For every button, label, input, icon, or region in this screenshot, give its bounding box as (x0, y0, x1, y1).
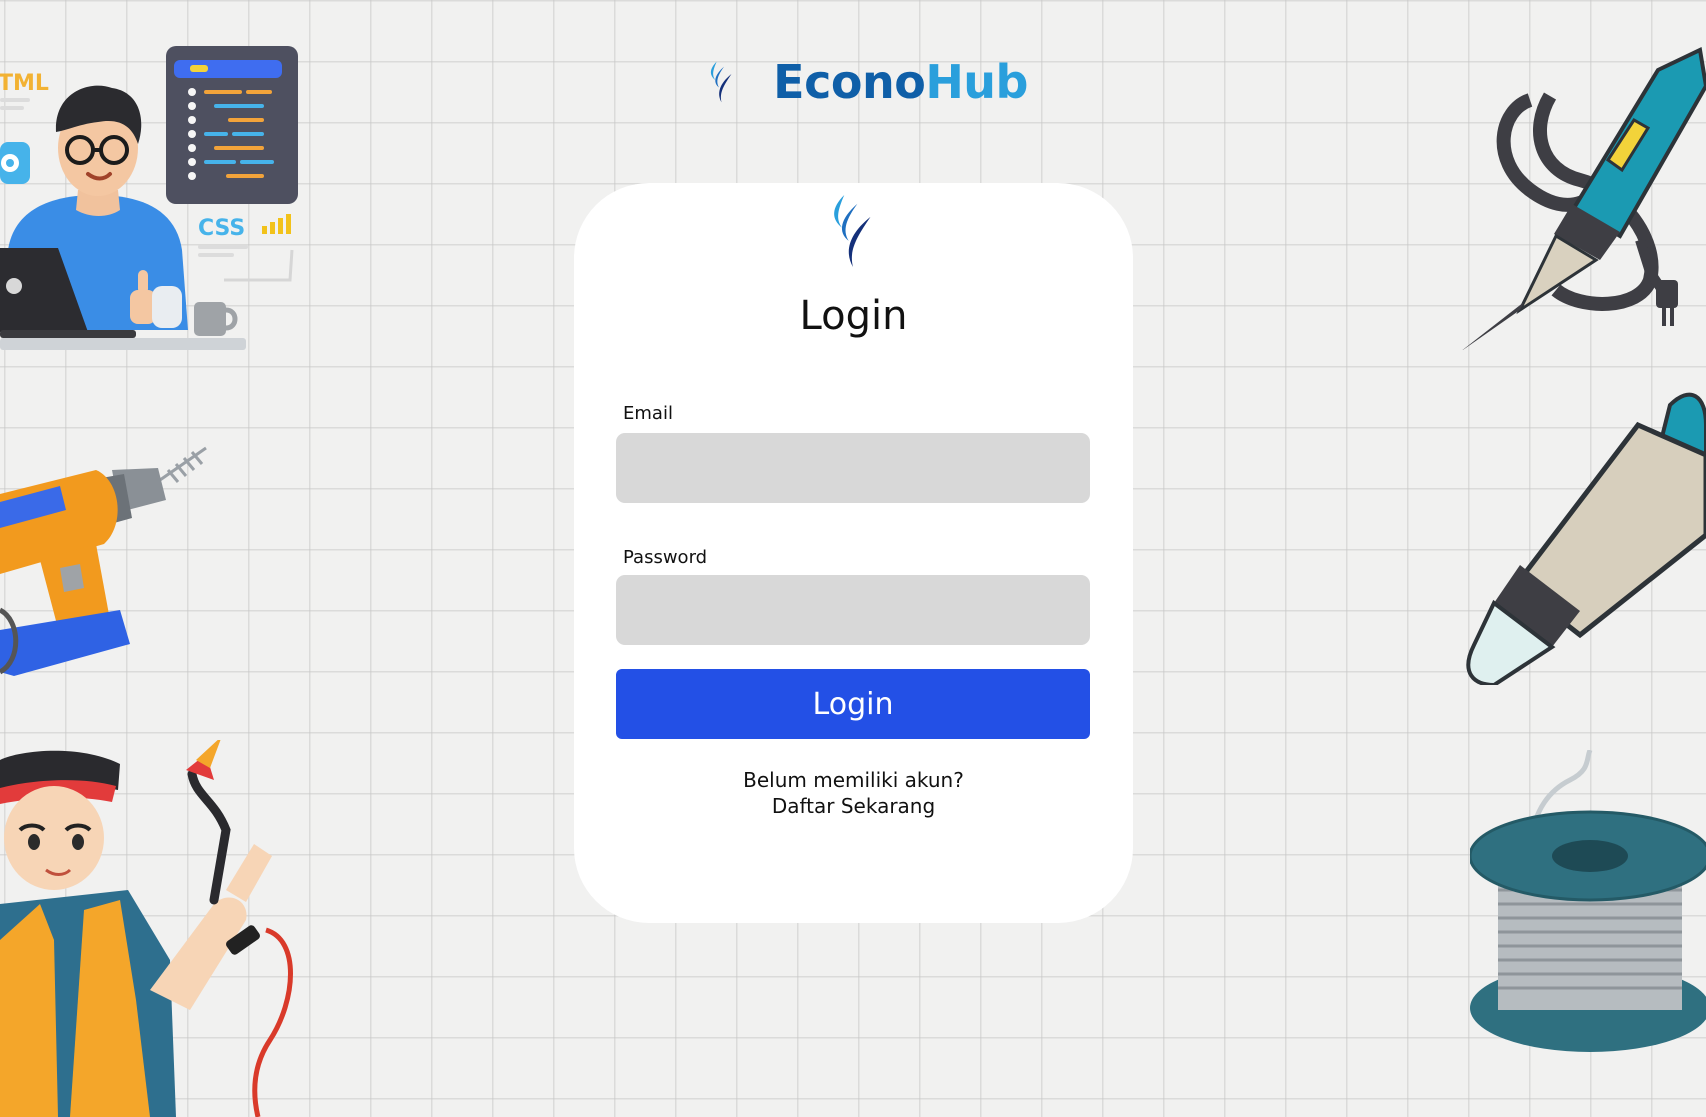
login-button[interactable]: Login (616, 669, 1090, 739)
brand-name-part2: Hub (925, 55, 1028, 109)
css-tag-label: CSS (198, 216, 245, 241)
login-card: Login Email Password Login Belum memilik… (574, 183, 1133, 923)
html-tag-label: TML (0, 71, 49, 96)
flame-logo-icon (710, 61, 732, 103)
soldering-iron-illustration (1462, 47, 1706, 350)
password-field[interactable] (616, 575, 1090, 645)
password-label: Password (623, 547, 708, 568)
developer-illustration: TML CSS (0, 46, 298, 350)
login-title: Login (799, 293, 908, 339)
email-label: Email (623, 403, 673, 424)
welder-illustration (0, 740, 293, 1117)
desoldering-tool-illustration (1466, 392, 1706, 685)
solder-spool-illustration (1470, 750, 1706, 1052)
drill-illustration (0, 446, 207, 676)
signup-link[interactable]: Daftar Sekarang (574, 793, 1133, 819)
flame-logo-icon (834, 195, 871, 267)
brand-name-part1: Econo (773, 55, 926, 109)
brand-header: EconoHub (708, 44, 1028, 120)
brand-name: EconoHub (773, 55, 1028, 109)
signup-prompt: Belum memiliki akun? (743, 768, 964, 792)
signup-section: Belum memiliki akun? Daftar Sekarang (574, 767, 1133, 819)
email-field[interactable] (616, 433, 1090, 503)
